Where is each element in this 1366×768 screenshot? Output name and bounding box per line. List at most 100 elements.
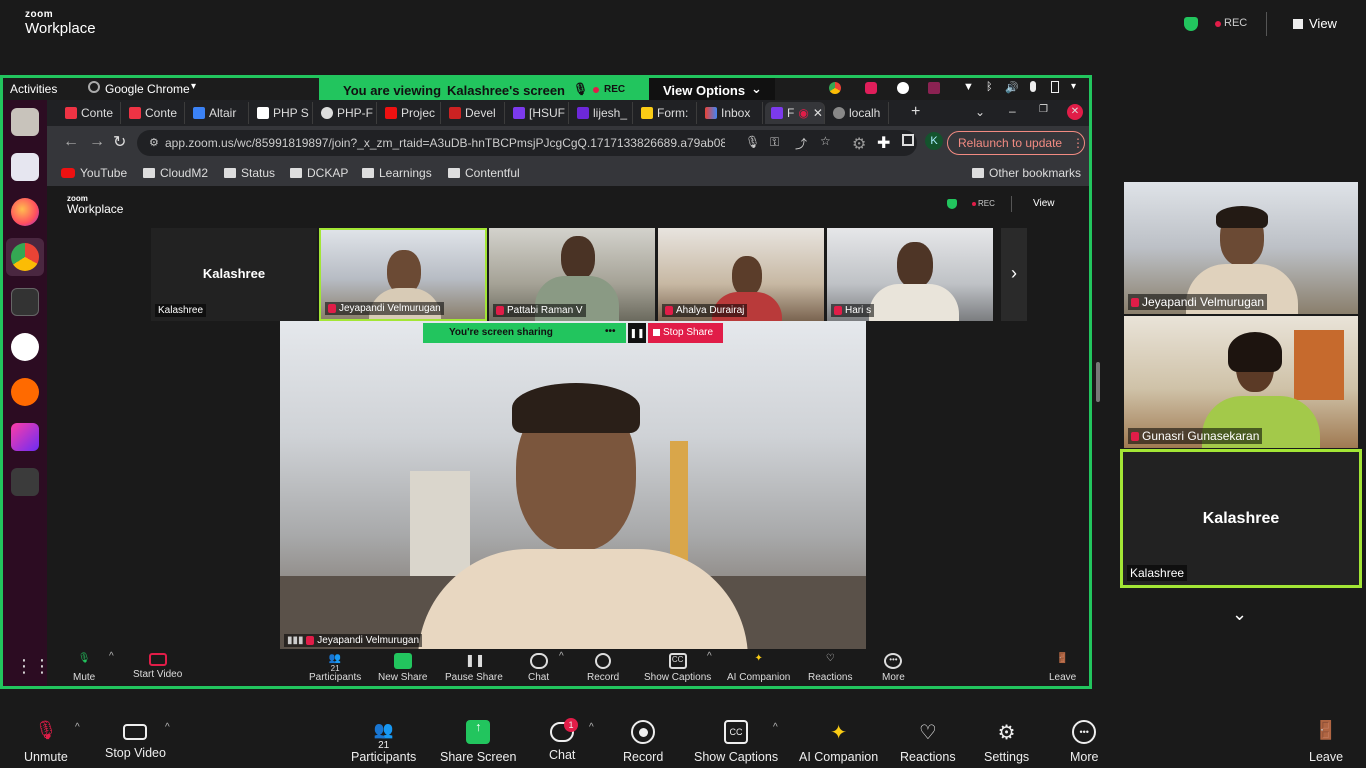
inner-leave-button[interactable]: 🚪 Leave [1049, 653, 1076, 683]
browser-tab[interactable]: lijesh_ [571, 102, 633, 124]
stop-video-button[interactable]: Stop Video [105, 720, 166, 760]
participant-tile[interactable]: Ahalya Durairaj [658, 228, 824, 321]
chrome-dock-icon[interactable] [11, 243, 39, 271]
more-button[interactable]: ••• More [1070, 720, 1098, 764]
bookmark-star-icon[interactable]: ☆ [820, 134, 831, 148]
terminal-icon[interactable] [11, 288, 39, 316]
caret-up-icon[interactable]: ^ [707, 651, 712, 662]
system-menu-chevron-icon[interactable]: ▾ [1071, 81, 1076, 92]
browser-tab[interactable]: Altair [187, 102, 249, 124]
ai-companion-button[interactable]: ✦ AI Companion [799, 720, 878, 764]
skype-tray-icon[interactable] [897, 82, 909, 94]
inner-more-button[interactable]: ••• More [882, 653, 905, 683]
url-text[interactable]: app.zoom.us/wc/85991819897/join?_x_zm_rt… [165, 136, 725, 150]
chrome-tray-icon[interactable] [829, 82, 841, 94]
restore-icon[interactable]: ❐ [1039, 104, 1048, 115]
inner-chat-button[interactable]: Chat [528, 653, 549, 683]
participant-tile-speaking[interactable]: Jeyapandi Velmurugan [319, 228, 487, 321]
mic-tray-icon[interactable] [1030, 81, 1036, 92]
browser-tab[interactable]: Conte [59, 102, 121, 124]
inner-ai-companion-button[interactable]: ✦ AI Companion [727, 653, 790, 683]
reload-icon[interactable]: ↻ [113, 132, 126, 152]
browser-tab[interactable]: Conte [123, 102, 185, 124]
browser-tab[interactable]: [HSUF [507, 102, 569, 124]
close-tab-icon[interactable]: ✕ [813, 106, 823, 120]
text-editor-icon[interactable] [11, 153, 39, 181]
inner-pause-share-button[interactable]: ❚❚ Pause Share [445, 653, 503, 683]
leave-button[interactable]: 🚪 Leave [1309, 720, 1343, 764]
encryption-shield-icon[interactable] [1184, 17, 1198, 31]
bookmark-folder[interactable]: Learnings [362, 166, 432, 180]
phpstorm-icon[interactable] [11, 423, 39, 451]
site-info-icon[interactable]: ⚙ [149, 136, 159, 149]
right-participant-tile[interactable]: Gunasri Gunasekaran [1124, 316, 1358, 448]
unmute-button[interactable]: 🎙 Unmute [24, 720, 68, 764]
browser-tab[interactable]: Projec [379, 102, 441, 124]
browser-tab-active[interactable]: F ◉ ✕ [765, 102, 825, 124]
wifi-icon[interactable]: ▼ [963, 81, 974, 93]
files-icon[interactable] [11, 108, 39, 136]
right-participant-tile-speaking[interactable]: Kalashree Kalashree [1120, 449, 1362, 588]
slack-tray-icon[interactable] [865, 82, 877, 94]
caret-up-icon[interactable]: ^ [773, 722, 778, 733]
bluetooth-icon[interactable]: ᛒ [986, 81, 993, 93]
app-tray-icon[interactable] [928, 82, 940, 94]
inner-reactions-button[interactable]: ♡ Reactions [808, 653, 852, 683]
slack-dock-icon[interactable] [11, 333, 39, 361]
inner-view-button[interactable]: View [1033, 198, 1055, 209]
strip-next-chevron-icon[interactable]: › [1001, 228, 1027, 321]
bookmark-folder[interactable]: Status [224, 166, 275, 180]
pause-share-icon[interactable]: ❚❚ [628, 323, 646, 343]
inner-captions-button[interactable]: CC Show Captions [644, 653, 711, 683]
minimize-icon[interactable]: – [1009, 104, 1016, 118]
browser-tab[interactable]: Devel [443, 102, 505, 124]
profile-avatar[interactable]: K [925, 132, 943, 150]
participants-button[interactable]: 👥21 Participants [351, 720, 416, 764]
record-button[interactable]: Record [623, 720, 663, 764]
volume-icon[interactable]: 🔊 [1005, 81, 1019, 94]
participant-tile[interactable]: Kalashree Kalashree [151, 228, 317, 321]
new-tab-icon[interactable]: + [911, 103, 920, 121]
tab-search-chevron-icon[interactable]: ⌄ [975, 105, 985, 119]
browser-tab[interactable]: Inbox [699, 102, 763, 124]
share-icon[interactable]: ⤴ [795, 135, 807, 152]
sublime-icon[interactable] [11, 468, 39, 496]
caret-up-icon[interactable]: ^ [589, 722, 594, 733]
extensions-puzzle-icon[interactable]: ✚ [877, 133, 890, 153]
inner-record-button[interactable]: Record [587, 653, 619, 683]
postman-icon[interactable] [11, 378, 39, 406]
caret-up-icon[interactable]: ^ [559, 651, 564, 662]
back-icon[interactable]: ← [63, 133, 79, 151]
inner-shield-icon[interactable] [947, 199, 957, 209]
browser-tab[interactable]: localh [827, 102, 889, 124]
inner-start-video-button[interactable]: Start Video [133, 653, 182, 680]
address-bar[interactable]: ⚙ app.zoom.us/wc/85991819897/join?_x_zm_… [137, 130, 917, 156]
stop-share-button[interactable]: Stop Share [648, 323, 723, 343]
participant-tile[interactable]: Pattabi Raman V [489, 228, 655, 321]
caret-up-icon[interactable]: ^ [109, 651, 114, 662]
right-participant-tile[interactable]: Jeyapandi Velmurugan [1124, 182, 1358, 314]
view-options-button[interactable]: View Options ⌄ [649, 78, 775, 102]
browser-tab[interactable]: Form: [635, 102, 697, 124]
panel-resize-handle[interactable] [1096, 362, 1100, 402]
bookmark-youtube[interactable]: YouTube [61, 166, 127, 180]
inner-mute-button[interactable]: 🎙 Mute [73, 653, 95, 683]
browser-tab[interactable]: PHP-F [315, 102, 377, 124]
view-button[interactable]: View [1293, 16, 1337, 31]
bookmark-folder[interactable]: CloudM2 [143, 166, 208, 180]
inner-participants-button[interactable]: 👥21 Participants [309, 653, 361, 683]
more-options-icon[interactable]: ••• [605, 326, 616, 337]
caret-up-icon[interactable]: ^ [75, 722, 80, 733]
mic-icon[interactable]: 🎙 [745, 135, 760, 149]
participant-tile[interactable]: Hari s [827, 228, 993, 321]
battery-icon[interactable] [1051, 81, 1059, 93]
key-icon[interactable]: ⚿ [770, 135, 779, 150]
scroll-down-chevron-icon[interactable]: ⌄ [1232, 604, 1247, 625]
relaunch-button[interactable]: Relaunch to update ⋮ [947, 131, 1085, 155]
browser-tab[interactable]: PHP S [251, 102, 313, 124]
extension-icon[interactable]: ⚙ [852, 134, 866, 154]
forward-icon[interactable]: → [89, 133, 105, 151]
share-screen-button[interactable]: ↑ Share Screen [440, 720, 516, 764]
kebab-menu-icon[interactable]: ⋮ [1072, 136, 1084, 150]
settings-button[interactable]: ⚙ Settings [984, 720, 1029, 764]
